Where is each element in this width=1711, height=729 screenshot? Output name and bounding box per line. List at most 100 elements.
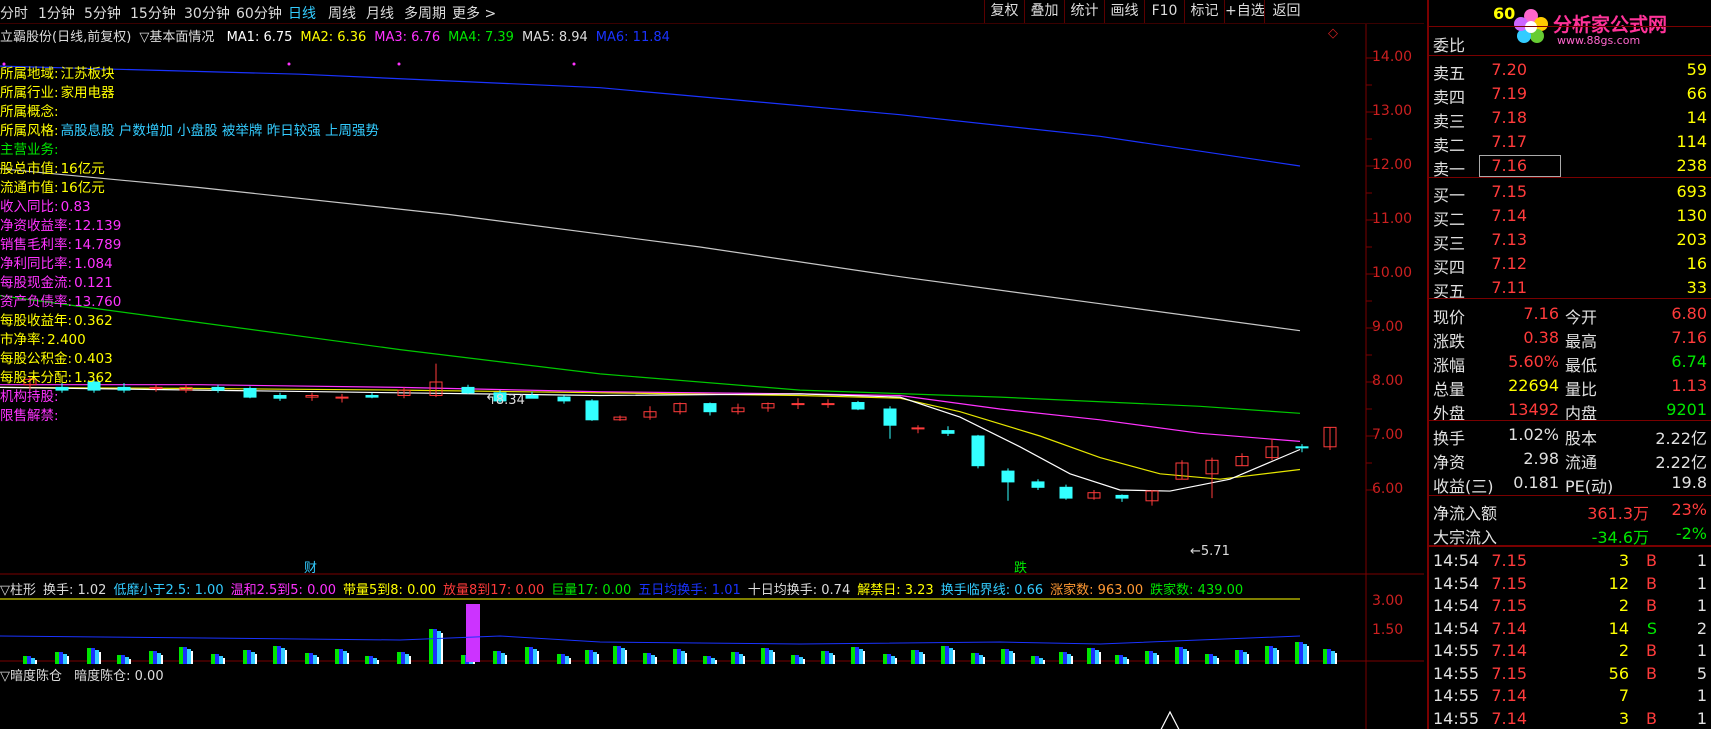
period-tab-4[interactable]: 30分钟: [184, 3, 230, 23]
volume-bar-b: [825, 651, 829, 664]
price-tick: 10.00: [1372, 265, 1413, 281]
period-tab-2[interactable]: 5分钟: [84, 3, 121, 23]
tick-time: 14:55: [1433, 641, 1480, 660]
tick-volume: 3: [1618, 551, 1629, 570]
tick-count: 1: [1696, 596, 1707, 615]
volume-bar-b: [1119, 655, 1123, 664]
volume-bar-a: [731, 652, 735, 664]
volume-bar-d: [441, 633, 443, 664]
period-tab-3[interactable]: 15分钟: [130, 3, 176, 23]
diamond-icon[interactable]: ◇: [1328, 26, 1338, 41]
volume-bar-c: [711, 658, 715, 664]
volume-bar-a: [335, 649, 339, 664]
volume-bar-c: [1303, 644, 1307, 664]
toolbar-button-3[interactable]: 画线: [1104, 0, 1144, 23]
toolbar-button-5[interactable]: 标记: [1184, 0, 1224, 23]
tick-row: 14:54 7.14 14 S 2: [1429, 617, 1711, 641]
volume-bar-d: [625, 650, 627, 664]
quote-value: 1.13: [1671, 376, 1707, 395]
fundamental-key: 净资收益率:: [0, 218, 73, 234]
fundamental-key: 销售毛利率:: [0, 237, 73, 253]
toolbar-button-1[interactable]: 叠加: [1024, 0, 1064, 23]
period-tab-10[interactable]: 更多 >: [452, 3, 496, 23]
volume-bar-b: [1091, 648, 1095, 664]
volume-bar-d: [347, 653, 349, 664]
period-tab-7[interactable]: 周线: [328, 3, 356, 23]
fundamental-key: 流通市值:: [0, 180, 59, 196]
volume-bar-d: [1157, 655, 1159, 664]
toolbar-button-0[interactable]: 复权: [984, 0, 1024, 23]
volume-bar-d: [1043, 660, 1045, 664]
period-tab-0[interactable]: 分时: [0, 3, 28, 23]
fundamental-value: 家用电器: [60, 85, 115, 101]
tick-count: 5: [1696, 663, 1707, 683]
candle-down: [211, 386, 225, 391]
fundamental-value: 0.83: [60, 199, 91, 215]
bid-price: 7.11: [1491, 278, 1527, 297]
volume-legend-3: 温和2.5到5: 0.00: [230, 583, 337, 598]
weibi-label: 委比: [1433, 36, 1466, 55]
volume-bar-a: [821, 651, 825, 664]
tick-direction: B: [1646, 641, 1657, 660]
period-tab-9[interactable]: 多周期: [404, 3, 446, 23]
period-tab-8[interactable]: 月线: [366, 3, 394, 23]
tick-time: 14:54: [1433, 596, 1480, 615]
indicator-name[interactable]: ▽暗度陈仓: [0, 669, 62, 684]
volume-legend-2: 低靡小于2.5: 1.00: [113, 583, 224, 598]
quote-label: 现价: [1433, 308, 1466, 327]
quote-label: 最高: [1565, 332, 1598, 351]
volume-bar-c: [1213, 656, 1217, 664]
volume-legend-1: 换手: 1.02: [43, 583, 107, 598]
ma5-line: [0, 168, 1301, 332]
volume-bar-c: [1095, 650, 1099, 664]
toolbar-button-2[interactable]: 统计: [1064, 0, 1104, 23]
fundamental-row: 主营业务:: [0, 141, 61, 159]
volume-bar-c: [769, 650, 773, 664]
volume-bar-a: [673, 649, 677, 664]
ask-label: 卖三: [1433, 112, 1466, 131]
tick-row: 14:54 7.15 2 B 1: [1429, 594, 1711, 618]
volume-tick: 1.50: [1372, 622, 1404, 638]
period-tab-5[interactable]: 60分钟: [236, 3, 282, 23]
ask-volume: 114: [1676, 132, 1707, 151]
die-marker[interactable]: 跌: [1014, 557, 1027, 576]
fundamental-row: 销售毛利率: 14.789: [0, 236, 121, 254]
volume-spike-bar: [466, 604, 480, 662]
ask-row: 卖五 7.20 59: [1429, 58, 1711, 83]
period-tab-6[interactable]: 日线: [288, 3, 316, 23]
volume-bar-b: [369, 656, 373, 664]
toolbar-button-7[interactable]: 返回: [1264, 0, 1308, 23]
period-tab-1[interactable]: 1分钟: [38, 3, 75, 23]
bid-volume: 203: [1676, 230, 1707, 249]
volume-bar-b: [795, 655, 799, 664]
candle-down: [243, 387, 257, 398]
volume-bar-c: [681, 651, 685, 664]
flow-pct: 23%: [1671, 500, 1707, 519]
cai-marker[interactable]: 财: [304, 557, 317, 576]
flow-value: 361.3万: [1587, 504, 1649, 523]
volume-bar-a: [493, 651, 497, 664]
volume-bar-a: [1235, 650, 1239, 664]
volume-bar-d: [1307, 646, 1309, 664]
volume-bar-c: [63, 654, 67, 664]
selected-ask-box[interactable]: [1479, 155, 1561, 177]
ask-label: 卖五: [1433, 64, 1466, 83]
toolbar-button-6[interactable]: +自选: [1224, 0, 1265, 23]
volume-bar-b: [589, 650, 593, 664]
signal-triangle: [1160, 710, 1180, 729]
tick-price: 7.15: [1491, 573, 1527, 593]
fundamental-value: 14.789: [74, 237, 122, 253]
candle-down: [117, 386, 131, 391]
volume-bar-d: [191, 651, 193, 664]
indicator-selector[interactable]: ▽基本面情况: [139, 30, 214, 45]
volume-bar-a: [23, 656, 27, 664]
volume-bar-b: [1179, 647, 1183, 664]
fundamental-row: 股总市值: 16亿元: [0, 160, 105, 178]
volume-legend-8: 十日均换手: 0.74: [747, 583, 851, 598]
candle-down: [851, 402, 865, 410]
share-value: 1.02%: [1508, 425, 1559, 444]
volume-bar-b: [945, 646, 949, 664]
toolbar-button-4[interactable]: F10: [1144, 0, 1184, 23]
bid-volume: 693: [1676, 182, 1707, 201]
fundamental-row: 机构持股:: [0, 388, 61, 406]
